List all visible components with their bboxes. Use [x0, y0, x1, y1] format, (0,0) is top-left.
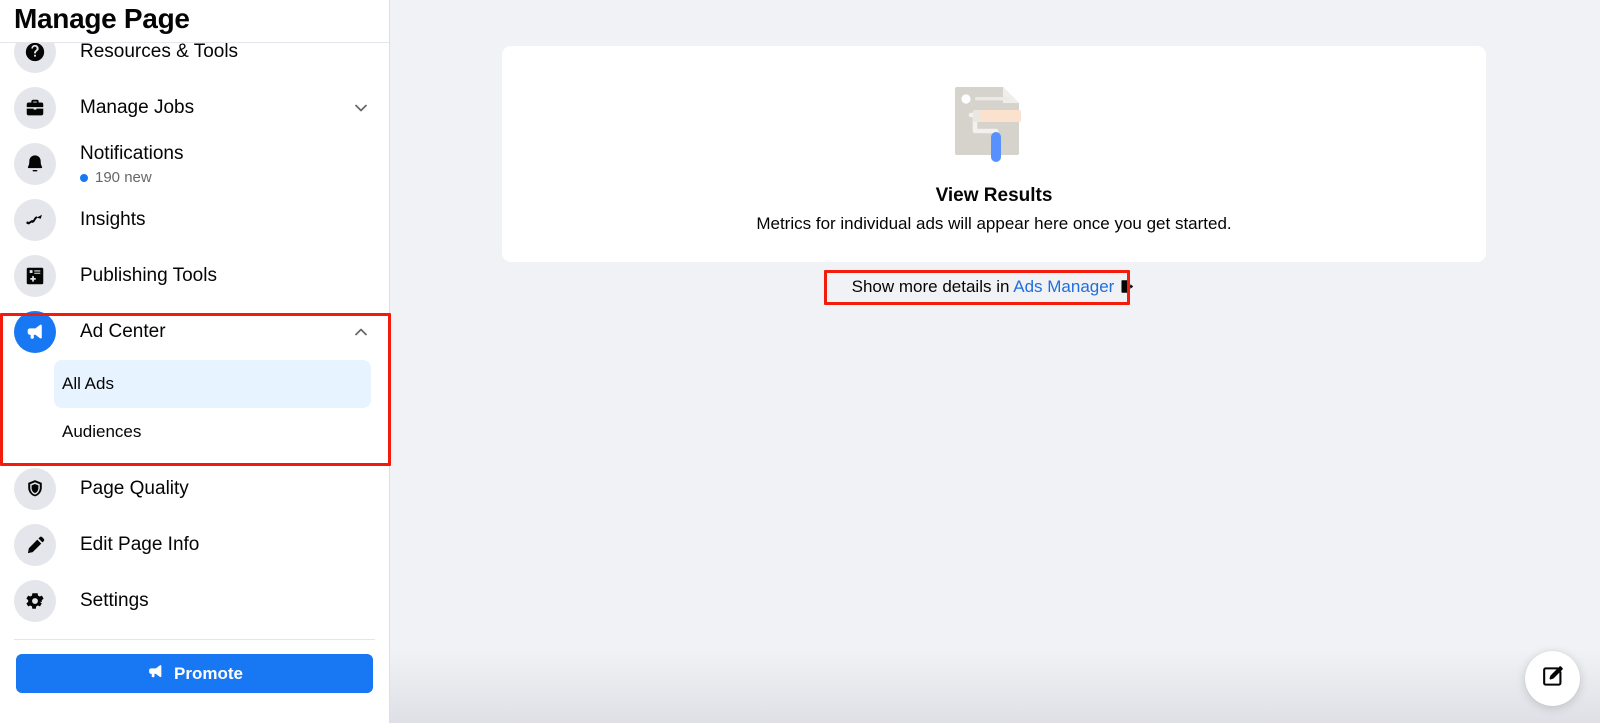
megaphone-icon	[146, 662, 165, 686]
sidebar-item-label: Notifications	[80, 142, 184, 164]
sidebar-item-edit-page-info-label-wrap: Edit Page Info	[80, 533, 371, 557]
sidebar-item-ad-center[interactable]: Ad Center	[0, 304, 389, 360]
sidebar-item-insights[interactable]: Insights	[0, 192, 389, 248]
sidebar-subitem-label: All Ads	[62, 374, 114, 393]
sidebar-item-insights-label-wrap: Insights	[80, 208, 371, 232]
ads-manager-prefix-label: Show more details in	[851, 277, 1014, 296]
ads-manager-link[interactable]: Ads Manager	[1013, 277, 1114, 296]
megaphone-icon	[14, 311, 56, 353]
sidebar-item-publishing-tools-label-wrap: Publishing Tools	[80, 264, 371, 288]
paint-roller-document-illustration	[955, 87, 1021, 162]
sidebar-item-settings[interactable]: Settings	[0, 573, 389, 629]
compose-fab-button[interactable]	[1525, 651, 1580, 706]
sidebar-subitem-label: Audiences	[62, 422, 142, 441]
pencil-icon	[14, 524, 56, 566]
briefcase-icon	[14, 87, 56, 129]
sidebar-item-label: Ad Center	[80, 321, 166, 342]
notifications-badge: 190 new	[80, 169, 371, 187]
sidebar-item-label: Publishing Tools	[80, 265, 217, 286]
bell-icon	[14, 143, 56, 185]
sidebar-subitem-audiences[interactable]: Audiences	[54, 408, 371, 456]
sidebar-scroll-area[interactable]: Resources & Tools Manage Jobs Notificati…	[0, 0, 389, 723]
sidebar-item-manage-jobs-label-wrap: Manage Jobs	[80, 96, 351, 120]
sidebar-item-notifications[interactable]: Notifications 190 new	[0, 136, 389, 192]
empty-state-title: View Results	[935, 185, 1053, 206]
chevron-up-icon[interactable]	[351, 322, 371, 342]
empty-state-subtitle: Metrics for individual ads will appear h…	[756, 214, 1232, 233]
sidebar-subitem-all-ads[interactable]: All Ads	[54, 360, 371, 408]
promote-button-label: Promote	[174, 663, 243, 683]
page-title: Manage Page	[14, 3, 190, 34]
promote-button-container: Promote	[0, 640, 389, 693]
sidebar-item-label: Edit Page Info	[80, 534, 200, 555]
unread-dot-icon	[80, 173, 88, 182]
promote-button[interactable]: Promote	[16, 654, 373, 693]
sidebar-item-ad-center-label-wrap: Ad Center	[80, 320, 351, 344]
sidebar-item-edit-page-info[interactable]: Edit Page Info	[0, 517, 389, 573]
ads-manager-line: Show more details in Ads Manager	[502, 276, 1486, 301]
sidebar-header: Manage Page	[0, 0, 389, 43]
sidebar-item-manage-jobs[interactable]: Manage Jobs	[0, 80, 389, 136]
sidebar-item-settings-label-wrap: Settings	[80, 589, 371, 613]
sidebar-item-label: Insights	[80, 209, 146, 230]
sidebar-item-label: Settings	[80, 590, 149, 611]
shield-icon	[14, 468, 56, 510]
external-link-icon[interactable]	[1119, 278, 1136, 301]
gear-icon	[14, 580, 56, 622]
sidebar-item-label: Manage Jobs	[80, 97, 195, 118]
compose-edit-icon	[1540, 664, 1565, 694]
sidebar-item-page-quality[interactable]: Page Quality	[0, 461, 389, 517]
publishing-tools-icon	[14, 255, 56, 297]
notifications-count-label: 190 new	[95, 168, 152, 186]
bottom-scroll-fade	[390, 649, 1600, 723]
main-content-area: View Results Metrics for individual ads …	[390, 0, 1600, 723]
sidebar-item-publishing-tools[interactable]: Publishing Tools	[0, 248, 389, 304]
insights-chart-icon	[14, 199, 56, 241]
sidebar-item-resources-label-wrap: Resources & Tools	[80, 40, 371, 64]
manage-page-sidebar: Resources & Tools Manage Jobs Notificati…	[0, 0, 390, 723]
sidebar-item-page-quality-label-wrap: Page Quality	[80, 477, 371, 501]
sidebar-item-label: Resources & Tools	[80, 41, 239, 62]
sidebar-item-label: Page Quality	[80, 478, 189, 499]
view-results-card: View Results Metrics for individual ads …	[502, 46, 1486, 262]
manage-page-screen: Resources & Tools Manage Jobs Notificati…	[0, 0, 1600, 723]
chevron-down-icon[interactable]	[351, 98, 371, 118]
sidebar-item-notifications-label-wrap: Notifications 190 new	[80, 142, 371, 187]
